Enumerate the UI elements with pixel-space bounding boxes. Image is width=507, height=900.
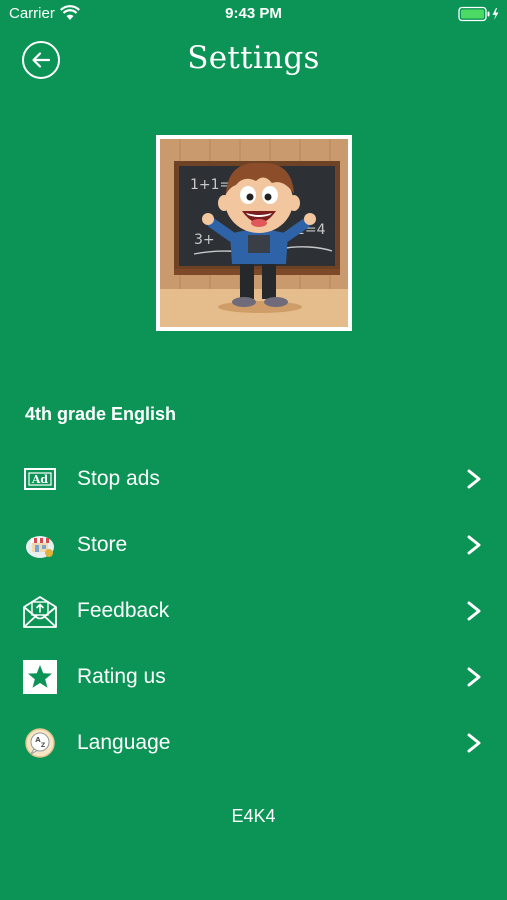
teacher-boy-image: 1+1=2 2=4 3+	[160, 139, 348, 327]
status-bar: Carrier 9:43 PM	[0, 0, 507, 28]
language-icon: A Z	[25, 728, 55, 758]
cartoon-boy-illustration: 1+1=2 2=4 3+	[156, 135, 352, 331]
menu-label-stop-ads: Stop ads	[77, 467, 160, 490]
chevron-right-icon	[467, 601, 481, 621]
ad-icon: Ad	[24, 468, 56, 490]
menu-item-rating-us[interactable]: Rating us	[0, 647, 507, 707]
svg-text:Z: Z	[41, 742, 46, 749]
menu-label-feedback: Feedback	[77, 599, 170, 622]
chevron-right-icon	[467, 733, 481, 753]
chevron-right-icon	[467, 535, 481, 555]
battery-icon	[458, 6, 499, 22]
menu-label-rating-us: Rating us	[77, 665, 166, 688]
menu-item-feedback[interactable]: Feedback	[0, 581, 507, 641]
chevron-right-icon	[467, 469, 481, 489]
version-code: E4K4	[231, 806, 276, 826]
svg-text:3+: 3+	[194, 232, 215, 248]
svg-text:Ad: Ad	[31, 473, 49, 486]
menu-item-language[interactable]: A Z Language	[0, 713, 507, 773]
chevron-right-icon	[467, 667, 481, 687]
section-heading: 4th grade English	[25, 404, 177, 424]
menu-label-store: Store	[77, 533, 128, 556]
page-title: Settings	[187, 40, 320, 76]
store-icon	[26, 536, 54, 558]
menu-item-stop-ads[interactable]: Ad Stop ads	[0, 449, 507, 509]
menu-label-language: Language	[77, 731, 171, 754]
settings-screen: Carrier 9:43 PM Settings 1+1=2 2=4 3+ 4t…	[0, 0, 507, 900]
star-icon	[23, 660, 57, 694]
status-time: 9:43 PM	[225, 5, 282, 22]
menu-item-store[interactable]: Store	[0, 515, 507, 575]
envelope-icon	[23, 596, 57, 628]
